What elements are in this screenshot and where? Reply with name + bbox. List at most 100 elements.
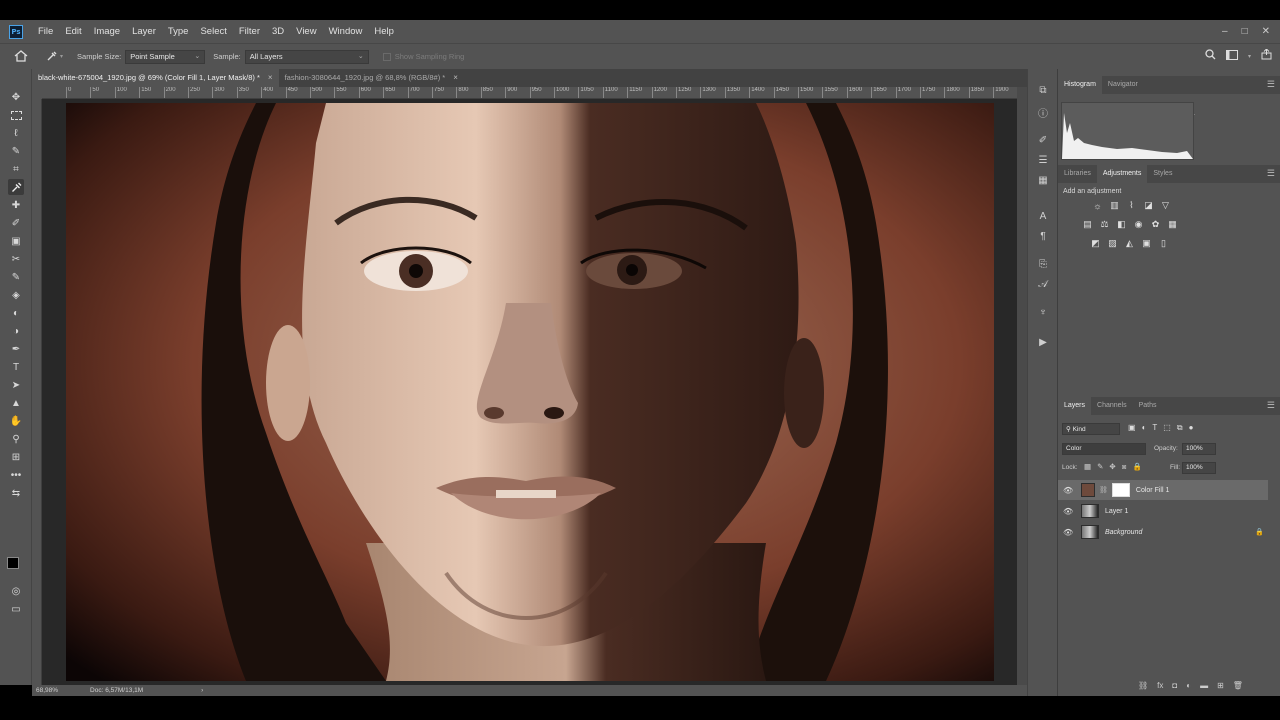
shape-filter-icon[interactable]: ⬚: [1163, 423, 1171, 433]
lock-icon[interactable]: 🔒: [1255, 528, 1264, 536]
fill-swatch-thumbnail[interactable]: [1081, 483, 1095, 497]
chevron-down-icon[interactable]: ▾: [60, 53, 63, 60]
layer-row-color-fill[interactable]: 👁 ⛓ Color Fill 1: [1058, 480, 1268, 500]
link-icon[interactable]: ⛓: [1099, 486, 1108, 494]
info-icon[interactable]: ⓘ: [1036, 105, 1050, 120]
menu-window[interactable]: Window: [323, 20, 369, 43]
layer-style-icon[interactable]: fx: [1157, 681, 1163, 690]
channel-mixer-icon[interactable]: ✿: [1150, 219, 1161, 230]
zoom-tool-icon[interactable]: ⚲: [8, 431, 24, 447]
menu-type[interactable]: Type: [162, 20, 195, 43]
gradient-tool-icon[interactable]: ◈: [8, 287, 24, 303]
menu-image[interactable]: Image: [88, 20, 126, 43]
new-group-icon[interactable]: ▬: [1200, 681, 1208, 690]
path-selection-tool-icon[interactable]: ➤: [8, 377, 24, 393]
hand-tool-icon[interactable]: ✋: [8, 413, 24, 429]
layer-filter-kind-select[interactable]: ⚲ Kind: [1062, 423, 1120, 435]
pixel-filter-icon[interactable]: ▣: [1128, 423, 1136, 433]
panel-menu-icon[interactable]: ☰: [1267, 400, 1275, 411]
tab-navigator[interactable]: Navigator: [1102, 76, 1144, 94]
close-window-button[interactable]: ✕: [1262, 26, 1270, 37]
eyedropper-tool-preset-icon[interactable]: [46, 50, 58, 64]
opacity-input[interactable]: 100%: [1182, 443, 1216, 455]
layer-name[interactable]: Color Fill 1: [1136, 487, 1169, 494]
gradient-map-icon[interactable]: ▯: [1158, 238, 1169, 249]
menu-edit[interactable]: Edit: [59, 20, 87, 43]
type-tool-icon[interactable]: T: [8, 359, 24, 375]
brush-settings-icon[interactable]: ✐: [1036, 133, 1050, 147]
filter-toggle-icon[interactable]: ●: [1189, 423, 1194, 433]
properties-icon[interactable]: ☰: [1036, 153, 1050, 167]
screen-mode-icon[interactable]: ▭: [8, 601, 24, 617]
tab-channels[interactable]: Channels: [1091, 397, 1133, 415]
shape-tool-icon[interactable]: ▲: [8, 395, 24, 411]
tab-histogram[interactable]: Histogram: [1058, 76, 1102, 94]
link-layers-icon[interactable]: ⛓: [1138, 681, 1148, 690]
lock-transparent-icon[interactable]: ▦: [1084, 462, 1091, 472]
visibility-eye-icon[interactable]: 👁: [1063, 507, 1073, 516]
character-icon[interactable]: A: [1036, 209, 1050, 223]
blend-mode-select[interactable]: Color: [1062, 443, 1146, 455]
invert-icon[interactable]: ◩: [1090, 238, 1101, 249]
edit-toolbar-icon[interactable]: ⊞: [8, 449, 24, 465]
paths-icon[interactable]: ♆: [1036, 305, 1050, 319]
exposure-icon[interactable]: ◪: [1143, 200, 1154, 211]
posterize-icon[interactable]: ▨: [1107, 238, 1118, 249]
menu-select[interactable]: Select: [194, 20, 232, 43]
add-mask-icon[interactable]: ◘: [1172, 681, 1177, 690]
eraser-tool-icon[interactable]: ✎: [8, 269, 24, 285]
move-tool-icon[interactable]: ✥: [8, 89, 24, 105]
panel-menu-icon[interactable]: ☰: [1267, 79, 1275, 90]
lock-all-icon[interactable]: 🔒: [1132, 462, 1141, 472]
actions-play-icon[interactable]: ▶: [1036, 335, 1050, 349]
clone-source-icon[interactable]: ⎘: [1036, 257, 1050, 271]
menu-layer[interactable]: Layer: [126, 20, 162, 43]
minimize-button[interactable]: –: [1222, 26, 1228, 37]
search-icon[interactable]: [1205, 49, 1216, 63]
color-lookup-icon[interactable]: ▦: [1167, 219, 1178, 230]
marquee-tool-icon[interactable]: [8, 107, 24, 123]
menu-help[interactable]: Help: [368, 20, 400, 43]
layer-mask-thumbnail[interactable]: [1111, 483, 1130, 497]
black-white-icon[interactable]: ◧: [1116, 219, 1127, 230]
tab-styles[interactable]: Styles: [1147, 165, 1178, 183]
swatches-icon[interactable]: ▦: [1036, 173, 1050, 187]
curves-icon[interactable]: ⌇: [1126, 200, 1137, 211]
photo-filter-icon[interactable]: ◉: [1133, 219, 1144, 230]
panel-menu-icon[interactable]: ☰: [1267, 168, 1275, 179]
layer-row-background[interactable]: 👁 Background 🔒: [1058, 522, 1268, 542]
selective-color-icon[interactable]: ▣: [1141, 238, 1152, 249]
menu-3d[interactable]: 3D: [266, 20, 290, 43]
quick-mask-icon[interactable]: ◎: [8, 583, 24, 599]
visibility-eye-icon[interactable]: 👁: [1063, 528, 1073, 537]
document-image[interactable]: [66, 103, 994, 681]
zoom-level[interactable]: 68,98%: [36, 687, 58, 694]
type-filter-icon[interactable]: T: [1152, 423, 1157, 433]
menu-file[interactable]: File: [32, 20, 59, 43]
levels-icon[interactable]: ▥: [1109, 200, 1120, 211]
tab-layers[interactable]: Layers: [1058, 397, 1092, 415]
workspace-icon[interactable]: [1225, 49, 1238, 63]
sample-size-select[interactable]: Point Sample ⌄: [125, 49, 206, 64]
blur-tool-icon[interactable]: ◐: [8, 305, 24, 321]
tab-document-2[interactable]: fashion-3080644_1920.jpg @ 68,8% (RGB/8#…: [279, 69, 464, 87]
lasso-tool-icon[interactable]: ℓ: [8, 125, 24, 141]
lock-pixels-icon[interactable]: ✎: [1097, 462, 1103, 472]
maximize-button[interactable]: □: [1242, 26, 1248, 37]
share-icon[interactable]: [1261, 48, 1272, 63]
history-icon[interactable]: ⧉: [1036, 83, 1050, 97]
show-ring-checkbox[interactable]: [382, 52, 391, 61]
threshold-icon[interactable]: ◭: [1124, 238, 1135, 249]
layer-name[interactable]: Background: [1105, 529, 1142, 536]
fill-input[interactable]: 100%: [1182, 462, 1216, 474]
tab-adjustments[interactable]: Adjustments: [1096, 165, 1148, 183]
new-layer-icon[interactable]: ⊞: [1217, 681, 1224, 690]
layer-thumbnail[interactable]: [1081, 504, 1099, 518]
new-adjustment-layer-icon[interactable]: ◐: [1186, 681, 1191, 690]
menu-filter[interactable]: Filter: [233, 20, 266, 43]
delete-layer-icon[interactable]: 🗑: [1233, 681, 1243, 690]
color-balance-icon[interactable]: ⚖: [1099, 219, 1110, 230]
more-tools-icon[interactable]: •••: [8, 467, 24, 483]
chevron-down-icon[interactable]: ▾: [1248, 53, 1251, 60]
layer-name[interactable]: Layer 1: [1105, 508, 1128, 515]
